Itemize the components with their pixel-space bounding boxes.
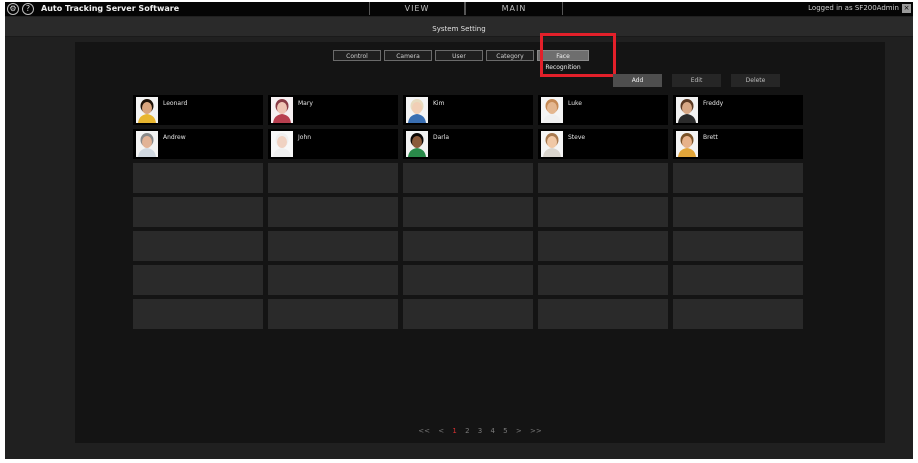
empty-face-slot[interactable] bbox=[403, 299, 533, 329]
empty-face-slot[interactable] bbox=[403, 231, 533, 261]
empty-face-slot[interactable] bbox=[268, 197, 398, 227]
person-photo-icon bbox=[541, 131, 563, 157]
empty-face-slot[interactable] bbox=[673, 163, 803, 193]
tab-category[interactable]: Category bbox=[486, 50, 534, 61]
app-title: Auto Tracking Server Software bbox=[41, 4, 180, 13]
top-bar: ⚙ ? Auto Tracking Server Software VIEW M… bbox=[5, 2, 913, 16]
pagination: << < 1 2 3 4 5 > >> bbox=[75, 426, 885, 436]
face-card[interactable]: Freddy bbox=[673, 95, 803, 125]
tab-user[interactable]: User bbox=[435, 50, 483, 61]
logout-button[interactable]: × bbox=[902, 4, 911, 13]
edit-button[interactable]: Edit bbox=[672, 74, 721, 87]
person-photo-icon bbox=[676, 97, 698, 123]
face-card[interactable]: Kim bbox=[403, 95, 533, 125]
empty-face-slot[interactable] bbox=[673, 231, 803, 261]
person-photo-icon bbox=[136, 131, 158, 157]
person-name: Leonard bbox=[163, 100, 188, 107]
person-name: Steve bbox=[568, 134, 586, 141]
face-card[interactable]: Mary bbox=[268, 95, 398, 125]
empty-face-slot[interactable] bbox=[268, 231, 398, 261]
add-button[interactable]: Add bbox=[613, 74, 662, 87]
empty-face-slot[interactable] bbox=[403, 163, 533, 193]
person-name: John bbox=[298, 134, 312, 141]
face-card[interactable]: John bbox=[268, 129, 398, 159]
person-name: Luke bbox=[568, 100, 582, 107]
empty-face-slot[interactable] bbox=[133, 265, 263, 295]
tab-control[interactable]: Control bbox=[333, 50, 381, 61]
empty-face-slot[interactable] bbox=[133, 299, 263, 329]
tab-main[interactable]: MAIN bbox=[465, 2, 563, 15]
empty-face-slot[interactable] bbox=[538, 231, 668, 261]
logged-in-status: Logged in as SF200Admin bbox=[808, 4, 899, 12]
face-card[interactable]: Leonard bbox=[133, 95, 263, 125]
highlight-annotation bbox=[540, 33, 616, 77]
prev-page-button[interactable]: < bbox=[438, 427, 444, 435]
person-photo-icon bbox=[271, 131, 293, 157]
empty-face-slot[interactable] bbox=[133, 231, 263, 261]
empty-face-slot[interactable] bbox=[538, 299, 668, 329]
empty-face-slot[interactable] bbox=[673, 197, 803, 227]
face-card[interactable]: Darla bbox=[403, 129, 533, 159]
person-name: Freddy bbox=[703, 100, 724, 107]
person-photo-icon bbox=[406, 131, 428, 157]
app-window: ⚙ ? Auto Tracking Server Software VIEW M… bbox=[5, 2, 913, 459]
page-3-button[interactable]: 3 bbox=[478, 427, 482, 435]
page-2-button[interactable]: 2 bbox=[465, 427, 469, 435]
empty-face-slot[interactable] bbox=[538, 197, 668, 227]
person-photo-icon bbox=[676, 131, 698, 157]
face-card[interactable]: Luke bbox=[538, 95, 668, 125]
empty-face-slot[interactable] bbox=[538, 265, 668, 295]
person-photo-icon bbox=[541, 97, 563, 123]
page-5-button[interactable]: 5 bbox=[503, 427, 507, 435]
person-name: Darla bbox=[433, 134, 450, 141]
first-page-button[interactable]: << bbox=[418, 427, 430, 435]
next-page-button[interactable]: > bbox=[516, 427, 522, 435]
last-page-button[interactable]: >> bbox=[530, 427, 542, 435]
delete-button[interactable]: Delete bbox=[731, 74, 780, 87]
gear-icon[interactable]: ⚙ bbox=[7, 3, 19, 15]
face-grid: Leonard Mary Kim Luke Freddy Andrew John Darla S… bbox=[133, 95, 805, 329]
empty-face-slot[interactable] bbox=[133, 197, 263, 227]
empty-face-slot[interactable] bbox=[268, 163, 398, 193]
empty-face-slot[interactable] bbox=[133, 163, 263, 193]
page-title: System Setting bbox=[432, 25, 486, 33]
person-photo-icon bbox=[406, 97, 428, 123]
empty-face-slot[interactable] bbox=[268, 299, 398, 329]
person-photo-icon bbox=[271, 97, 293, 123]
face-card[interactable]: Steve bbox=[538, 129, 668, 159]
empty-face-slot[interactable] bbox=[403, 265, 533, 295]
empty-face-slot[interactable] bbox=[403, 197, 533, 227]
empty-face-slot[interactable] bbox=[538, 163, 668, 193]
face-card[interactable]: Andrew bbox=[133, 129, 263, 159]
person-name: Brett bbox=[703, 134, 718, 141]
empty-face-slot[interactable] bbox=[268, 265, 398, 295]
tab-camera[interactable]: Camera bbox=[384, 50, 432, 61]
page-4-button[interactable]: 4 bbox=[490, 427, 494, 435]
empty-face-slot[interactable] bbox=[673, 299, 803, 329]
person-photo-icon bbox=[136, 97, 158, 123]
tab-view[interactable]: VIEW bbox=[369, 2, 465, 15]
help-icon[interactable]: ? bbox=[22, 3, 34, 15]
person-name: Kim bbox=[433, 100, 445, 107]
face-card[interactable]: Brett bbox=[673, 129, 803, 159]
person-name: Mary bbox=[298, 100, 313, 107]
page-1-button[interactable]: 1 bbox=[452, 427, 456, 435]
empty-face-slot[interactable] bbox=[673, 265, 803, 295]
person-name: Andrew bbox=[163, 134, 186, 141]
face-recognition-panel: Control Camera User Category Face Recogn… bbox=[75, 33, 885, 443]
